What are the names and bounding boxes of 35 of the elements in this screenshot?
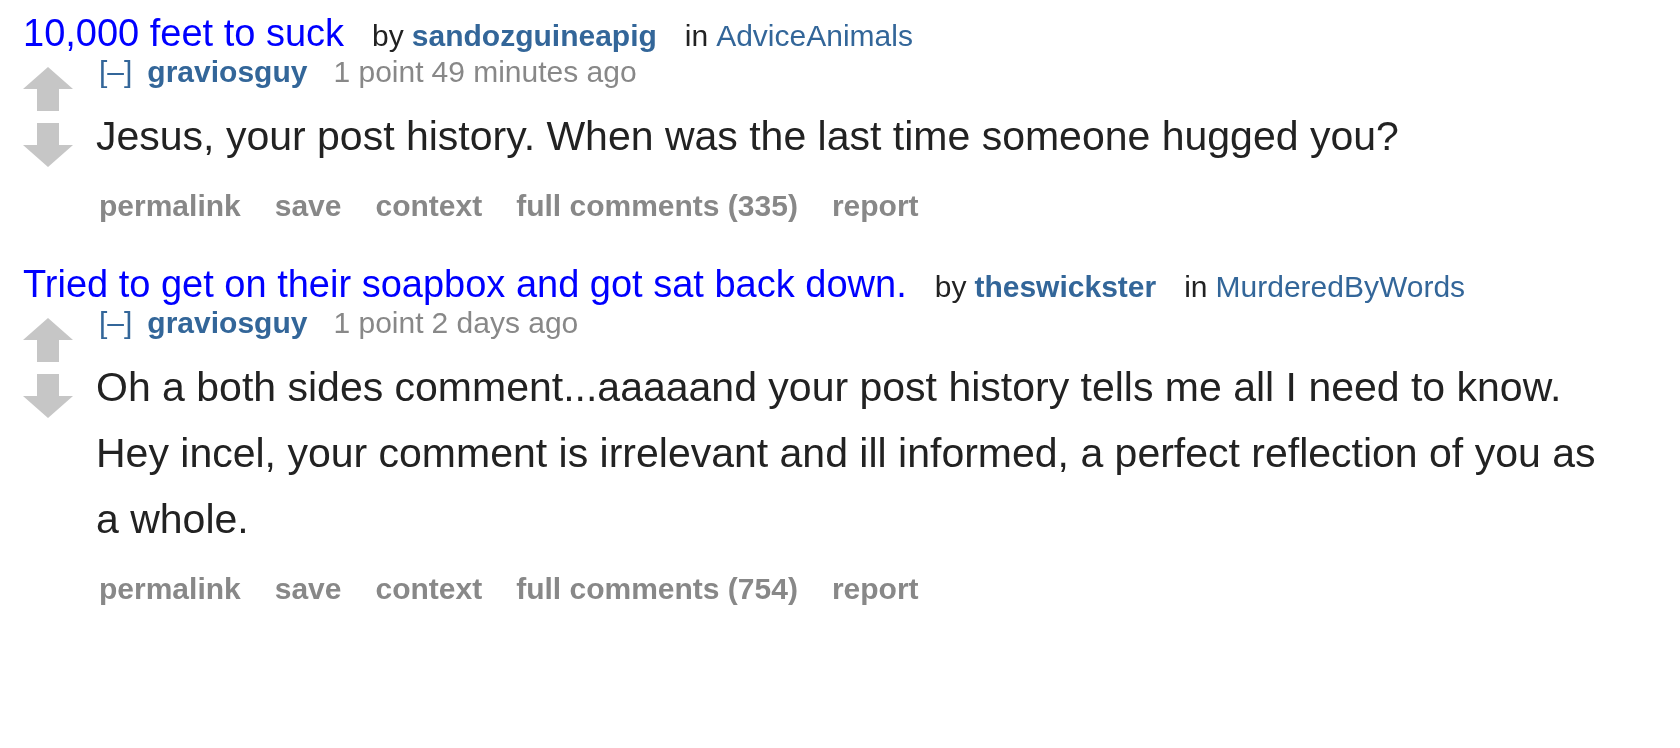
subreddit-link[interactable]: MurderedByWords (1215, 270, 1466, 304)
timestamp: 49 minutes ago (431, 55, 637, 89)
comment-action-link[interactable]: permalink (99, 572, 241, 606)
comment-action-link[interactable]: context (375, 572, 483, 606)
comment-action-link[interactable]: full comments (754) (516, 572, 798, 606)
post-title-link[interactable]: 10,000 feet to suck (23, 12, 345, 55)
comment-action-link[interactable]: permalink (99, 189, 241, 223)
comment-action-link[interactable]: report (831, 572, 919, 606)
author-link[interactable]: sandozguineapig (411, 19, 657, 53)
comment-action-link[interactable]: save (274, 572, 342, 606)
comment-text: Hey incel, your comment is irrelevant and ill informed, a perfect reflection of you as a whole. (96, 429, 1597, 544)
score-text: 1 point (333, 306, 424, 340)
comment-text: Jesus, your post history. When was the last time someone hugged you? (96, 112, 1400, 161)
downvote-icon[interactable] (23, 374, 73, 418)
post-title-link[interactable]: Tried to get on their soapbox and got sat back down. (23, 263, 907, 306)
upvote-icon[interactable] (23, 67, 73, 111)
upvote-icon[interactable] (23, 318, 73, 362)
subreddit-link[interactable]: AdviceAnimals (716, 19, 913, 53)
collapse-link[interactable]: [–] (99, 306, 133, 340)
in-label: in (684, 19, 709, 53)
in-label: in (1184, 270, 1208, 304)
comment-action-link[interactable]: full comments (335) (516, 189, 798, 223)
by-label: by (372, 19, 404, 53)
by-label: by (934, 270, 967, 304)
comment-text: Oh a both sides comment...aaaaand your post history tells me all I need to know. (96, 363, 1563, 412)
collapse-link[interactable]: [–] (99, 55, 133, 89)
comment-action-link[interactable]: report (831, 189, 919, 223)
comment-action-link[interactable]: context (375, 189, 483, 223)
comment-action-link[interactable]: save (274, 189, 342, 223)
timestamp: 2 days ago (431, 306, 579, 340)
score-text: 1 point (333, 55, 424, 89)
username-link[interactable]: graviosguy (147, 306, 308, 340)
downvote-icon[interactable] (23, 123, 73, 167)
author-link[interactable]: theswickster (974, 270, 1157, 304)
username-link[interactable]: graviosguy (147, 55, 308, 89)
